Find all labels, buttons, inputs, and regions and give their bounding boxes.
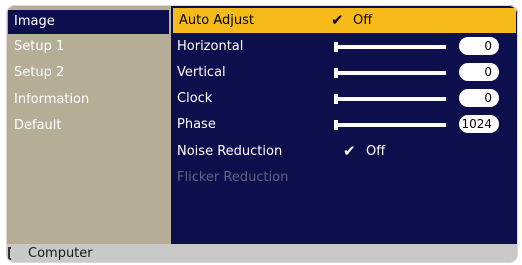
noise-reduction-label: Noise Reduction [177,144,283,159]
sidebar-item-setup-1[interactable]: Setup 1 [8,35,169,59]
horizontal-label: Horizontal [177,39,244,54]
auto-adjust-label: Auto Adjust [179,13,254,28]
horizontal-slider[interactable] [334,42,446,52]
sidebar-item-setup-2[interactable]: Setup 2 [8,61,169,85]
auto-adjust-value: Off [353,13,373,28]
phase-slider[interactable] [334,120,446,130]
flicker-reduction-row: Flicker Reduction [171,165,518,190]
slider-handle[interactable] [334,68,338,78]
noise-reduction-row[interactable]: Noise Reduction ✔ Off [171,139,518,164]
slider-handle[interactable] [334,42,338,52]
clock-value: 0 [459,89,499,107]
sidebar-item-image[interactable]: Image [8,10,169,34]
sidebar-item-label: Image [14,14,55,29]
flicker-reduction-label: Flicker Reduction [177,170,289,185]
slider-handle[interactable] [334,120,338,130]
vertical-row[interactable]: Vertical 0 [171,60,518,85]
clock-slider[interactable] [334,94,446,104]
image-settings-panel: Auto Adjust ✔ Off Horizontal 0 Vertical … [171,5,518,244]
horizontal-value: 0 [459,37,499,55]
category-sidebar: Image Setup 1 Setup 2 Information Defaul… [6,5,171,244]
auto-adjust-row[interactable]: Auto Adjust ✔ Off [173,8,516,33]
bracket-icon [8,247,11,260]
vertical-slider[interactable] [334,68,446,78]
sidebar-item-label: Default [14,118,62,133]
sidebar-item-label: Information [14,92,90,107]
noise-reduction-value: Off [366,144,386,159]
input-source-bar: Computer [6,244,518,263]
sidebar-item-label: Setup 1 [14,39,65,54]
vertical-label: Vertical [177,65,226,80]
checkmark-icon: ✔ [343,142,356,160]
sidebar-item-information[interactable]: Information [8,88,169,112]
phase-value: 1024 [459,115,499,133]
phase-label: Phase [177,117,216,132]
phase-row[interactable]: Phase 1024 [171,112,518,137]
clock-label: Clock [177,91,213,106]
sidebar-item-default[interactable]: Default [8,114,169,138]
horizontal-row[interactable]: Horizontal 0 [171,34,518,59]
input-source-label: Computer [28,246,93,261]
vertical-value: 0 [459,63,499,81]
clock-row[interactable]: Clock 0 [171,86,518,111]
sidebar-item-label: Setup 2 [14,65,65,80]
checkmark-icon: ✔ [331,11,344,29]
projector-osd-menu: Image Setup 1 Setup 2 Information Defaul… [6,5,518,263]
slider-handle[interactable] [334,94,338,104]
